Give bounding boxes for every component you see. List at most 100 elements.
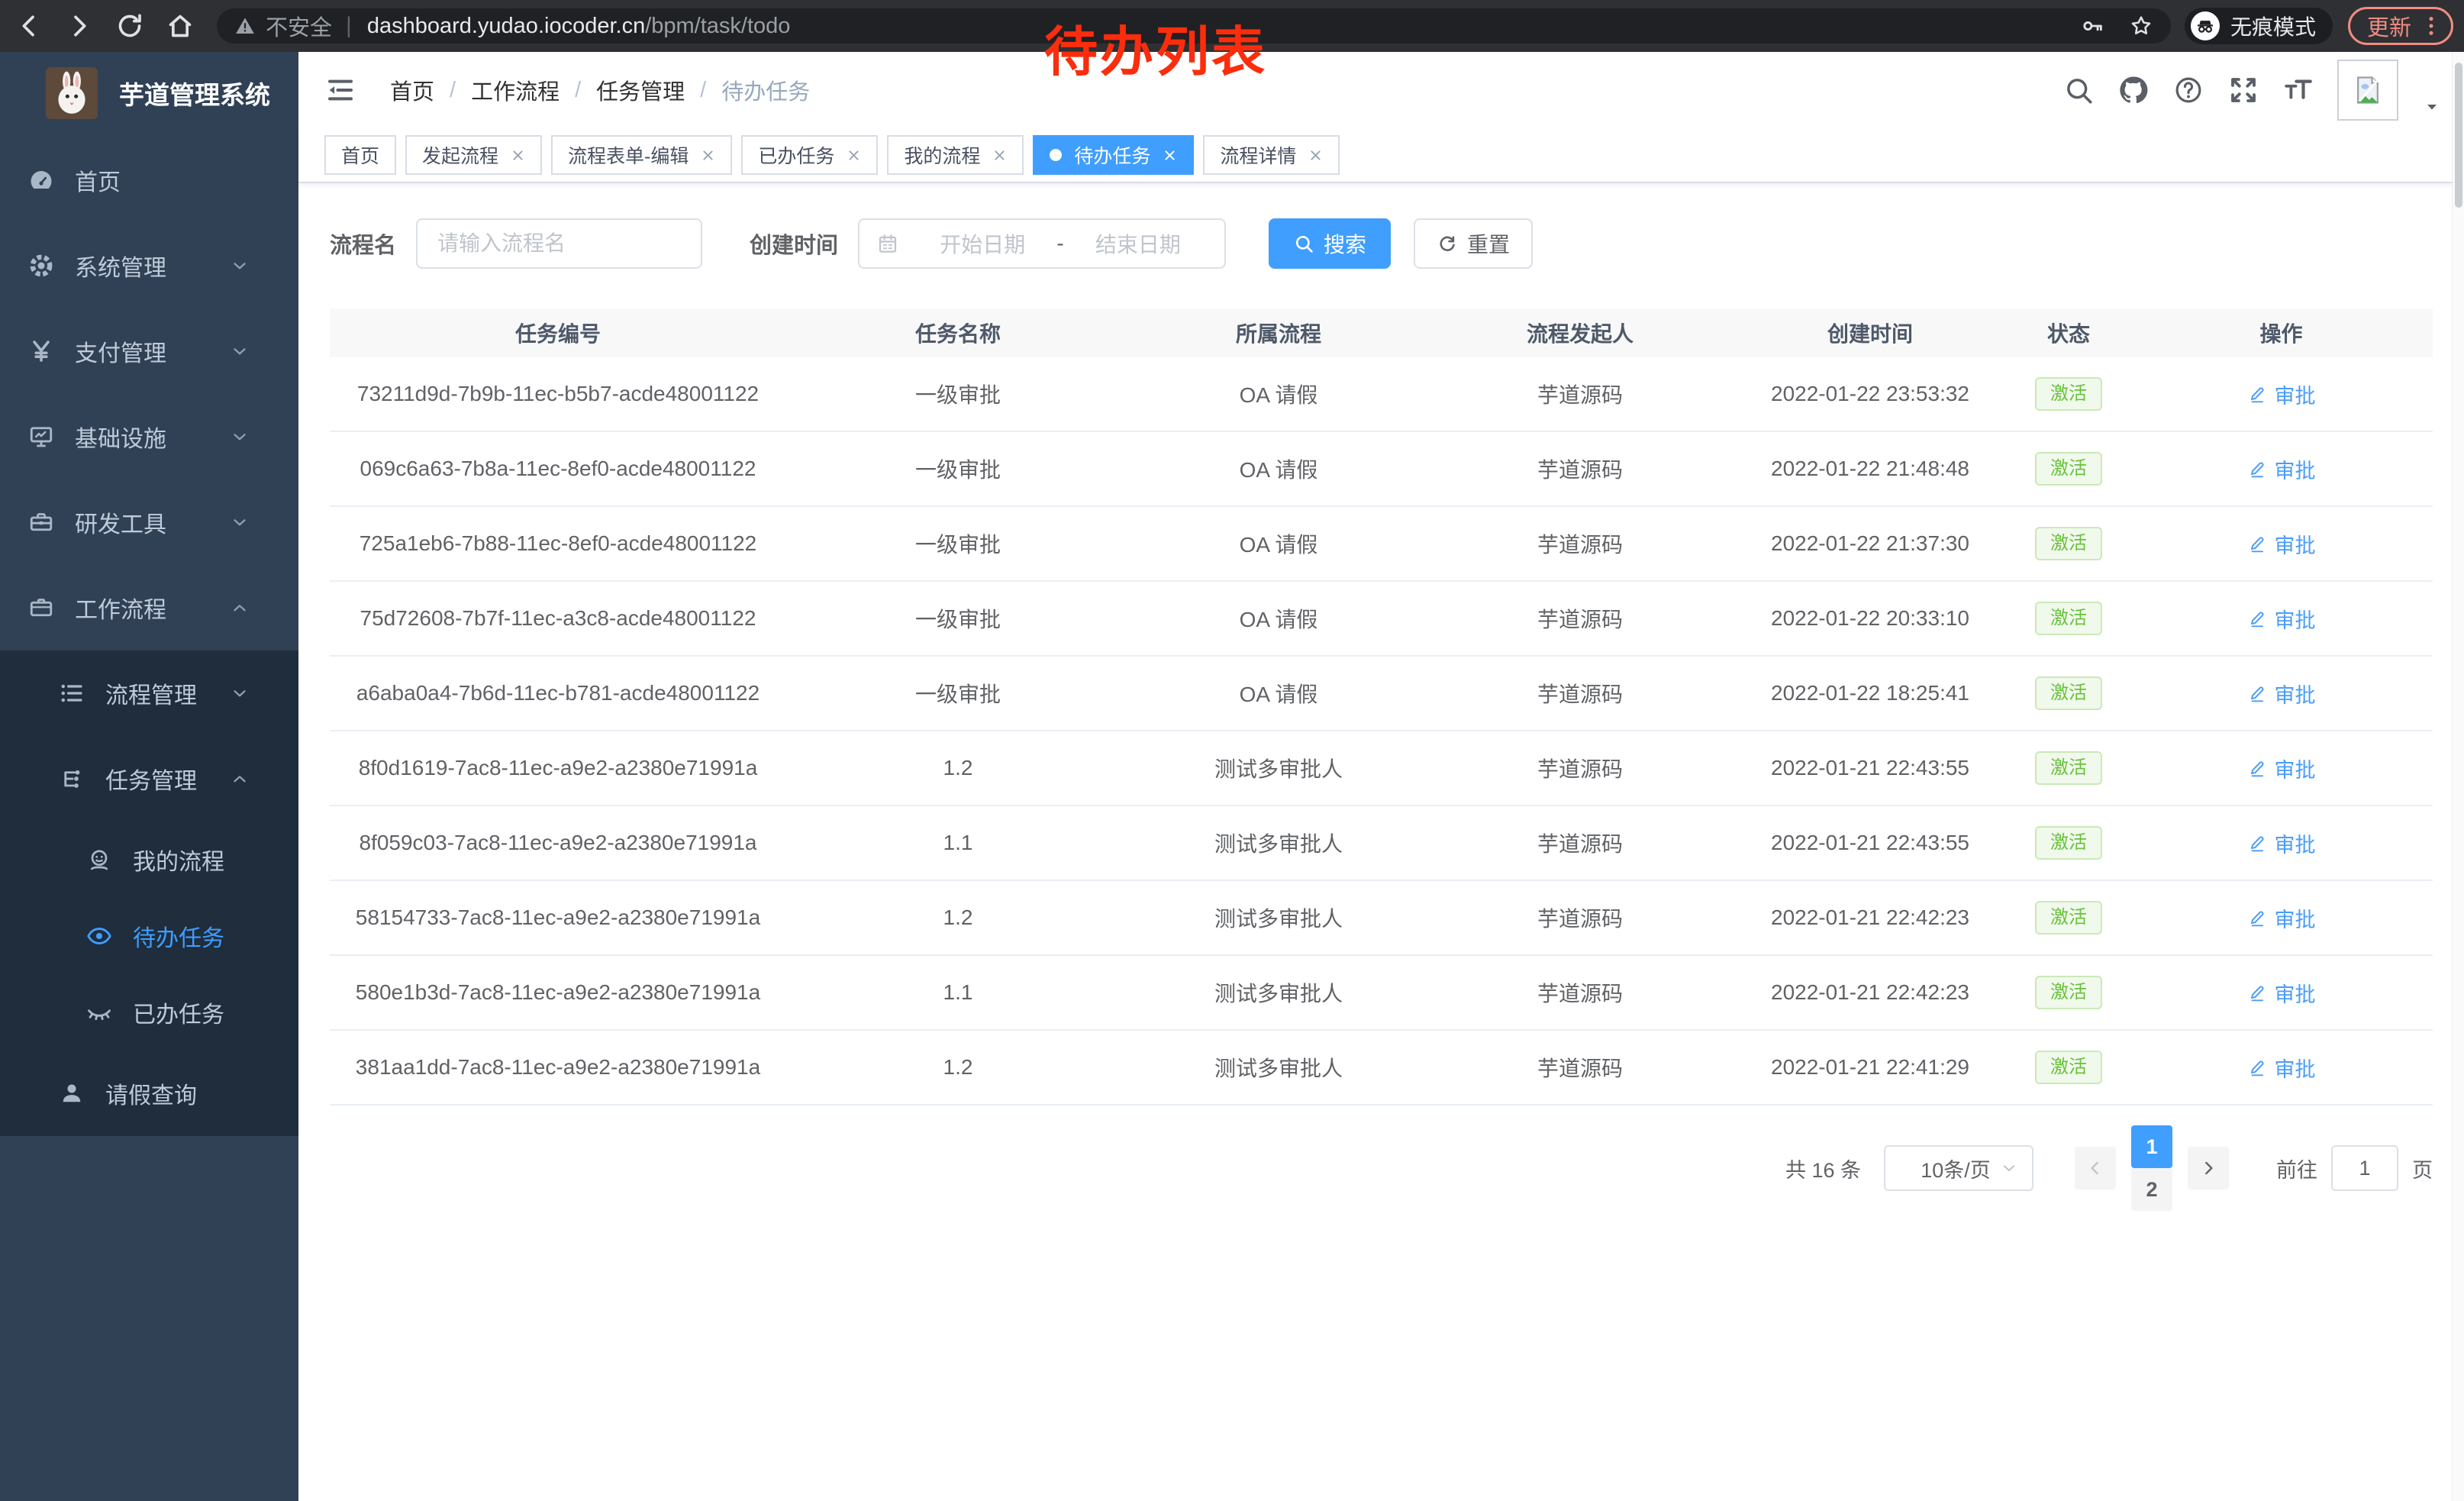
start-date-placeholder[interactable]: 开始日期: [913, 228, 1052, 259]
tab-6[interactable]: 流程详情: [1203, 135, 1340, 175]
reload-icon[interactable]: [113, 9, 147, 43]
browser-menu-icon[interactable]: [2419, 14, 2443, 38]
search-icon[interactable]: [2062, 74, 2095, 106]
close-icon[interactable]: [701, 148, 715, 163]
chevron-down-icon: [230, 427, 250, 447]
cell-process: 测试多审批人: [1130, 753, 1427, 783]
refresh-icon: [1437, 233, 1458, 254]
pager-group: 12: [2067, 1125, 2237, 1211]
process-name-input[interactable]: [416, 218, 702, 269]
cell-task-id: 580e1b3d-7ac8-11ec-a9e2-a2380e71991a: [330, 980, 786, 1005]
table-row: 725a1eb6-7b88-11ec-8ef0-acde48001122一级审批…: [330, 507, 2433, 582]
approve-link[interactable]: 审批: [2247, 679, 2316, 709]
page-size-select[interactable]: 10条/页: [1884, 1145, 2033, 1191]
help-icon[interactable]: [2172, 74, 2204, 106]
active-tab-dot: [1050, 149, 1062, 161]
pencil-icon: [2247, 608, 2267, 628]
tab-5[interactable]: 待办任务: [1033, 135, 1194, 175]
sidebar-item-0[interactable]: 首页: [0, 137, 298, 223]
approve-link[interactable]: 审批: [2247, 903, 2316, 933]
sidebar-item-7[interactable]: 任务管理: [0, 736, 298, 822]
next-page-button[interactable]: [2188, 1147, 2229, 1190]
tab-1[interactable]: 发起流程: [405, 135, 542, 175]
prev-page-button[interactable]: [2075, 1147, 2116, 1190]
reset-button[interactable]: 重置: [1414, 218, 1533, 269]
cell-created: 2022-01-22 18:25:41: [1733, 681, 2008, 705]
approve-link-label: 审批: [2275, 679, 2316, 709]
close-icon[interactable]: [511, 148, 525, 163]
pencil-icon: [2247, 459, 2267, 479]
breadcrumb-current: 待办任务: [721, 74, 810, 106]
github-icon[interactable]: [2117, 74, 2150, 106]
tab-4[interactable]: 我的流程: [887, 135, 1024, 175]
forward-icon[interactable]: [63, 9, 96, 43]
cell-initiator: 芋道源码: [1427, 603, 1733, 634]
browser-update-button[interactable]: 更新: [2348, 7, 2453, 45]
cell-initiator: 芋道源码: [1427, 753, 1733, 783]
user-icon: [58, 1080, 85, 1107]
approve-link-label: 审批: [2275, 604, 2316, 634]
sidebar-item-2[interactable]: 支付管理: [0, 308, 298, 394]
search-button-label: 搜索: [1324, 228, 1366, 259]
home-icon[interactable]: [163, 9, 197, 43]
col-initiator: 流程发起人: [1427, 318, 1733, 348]
date-range-picker[interactable]: 开始日期 - 结束日期: [858, 218, 1226, 269]
cell-created: 2022-01-21 22:41:29: [1733, 1055, 2008, 1080]
bookmark-star-icon[interactable]: [2128, 13, 2154, 39]
breadcrumb-workflow[interactable]: 工作流程: [471, 74, 560, 106]
tab-3[interactable]: 已办任务: [741, 135, 878, 175]
eye-closed-icon: [85, 999, 113, 1026]
pencil-icon: [2247, 683, 2267, 703]
fullscreen-icon[interactable]: [2227, 74, 2259, 106]
avatar-caret-icon[interactable]: [2423, 98, 2441, 121]
approve-link[interactable]: 审批: [2247, 379, 2316, 409]
close-icon[interactable]: [1163, 148, 1177, 163]
close-icon[interactable]: [1308, 148, 1323, 163]
approve-link[interactable]: 审批: [2247, 1053, 2316, 1083]
scrollbar-thumb[interactable]: [2455, 63, 2462, 208]
calendar-icon: [876, 232, 899, 255]
font-size-icon[interactable]: [2282, 74, 2314, 106]
tab-label: 已办任务: [758, 141, 834, 169]
page-button-2[interactable]: 2: [2131, 1168, 2172, 1211]
flow-icon: [58, 765, 85, 792]
tab-2[interactable]: 流程表单-编辑: [551, 135, 732, 175]
approve-link[interactable]: 审批: [2247, 754, 2316, 783]
end-date-placeholder[interactable]: 结束日期: [1069, 228, 1208, 259]
goto-page-input[interactable]: [2331, 1145, 2398, 1191]
sidebar-item-8[interactable]: 我的流程: [0, 822, 298, 898]
sidebar-item-4[interactable]: 研发工具: [0, 479, 298, 565]
approve-link[interactable]: 审批: [2247, 828, 2316, 858]
cell-task-name: 1.2: [786, 756, 1130, 780]
scrollbar-track[interactable]: [2452, 52, 2464, 1501]
update-label: 更新: [2367, 10, 2411, 42]
status-badge: 激活: [2035, 602, 2102, 635]
pencil-icon: [2247, 534, 2267, 554]
col-task-id: 任务编号: [330, 318, 786, 348]
key-icon[interactable]: [2079, 13, 2105, 39]
sidebar-item-3[interactable]: 基础设施: [0, 394, 298, 479]
page-button-1[interactable]: 1: [2131, 1125, 2172, 1168]
sidebar-item-5[interactable]: 工作流程: [0, 565, 298, 650]
approve-link[interactable]: 审批: [2247, 978, 2316, 1008]
approve-link[interactable]: 审批: [2247, 529, 2316, 559]
avatar[interactable]: [2337, 60, 2398, 121]
breadcrumb-task-management[interactable]: 任务管理: [596, 74, 685, 106]
approve-link[interactable]: 审批: [2247, 604, 2316, 634]
close-icon[interactable]: [992, 148, 1007, 163]
status-badge: 激活: [2035, 377, 2102, 411]
sidebar-item-1[interactable]: 系统管理: [0, 223, 298, 308]
tab-0[interactable]: 首页: [324, 135, 396, 175]
close-icon[interactable]: [847, 148, 861, 163]
sidebar-item-9[interactable]: 待办任务: [0, 898, 298, 974]
search-button[interactable]: 搜索: [1269, 218, 1391, 269]
approve-link[interactable]: 审批: [2247, 454, 2316, 484]
sidebar-collapse-icon[interactable]: [324, 74, 356, 106]
sidebar-item-6[interactable]: 流程管理: [0, 650, 298, 736]
sidebar-item-10[interactable]: 已办任务: [0, 974, 298, 1051]
col-actions: 操作: [2130, 318, 2433, 348]
breadcrumb-home[interactable]: 首页: [390, 74, 434, 106]
back-icon[interactable]: [12, 9, 46, 43]
sidebar-item-label: 待办任务: [133, 919, 224, 953]
sidebar-item-11[interactable]: 请假查询: [0, 1051, 298, 1136]
